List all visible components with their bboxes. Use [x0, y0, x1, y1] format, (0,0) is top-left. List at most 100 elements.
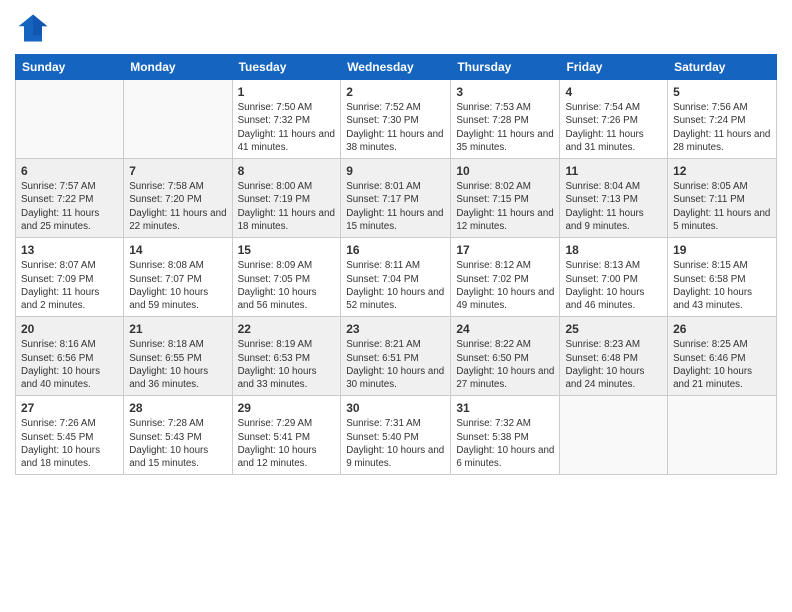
calendar-cell: 9Sunrise: 8:01 AM Sunset: 7:17 PM Daylig… — [341, 159, 451, 238]
day-info: Sunrise: 7:58 AM Sunset: 7:20 PM Dayligh… — [129, 180, 226, 233]
day-info: Sunrise: 7:29 AM Sunset: 5:41 PM Dayligh… — [238, 417, 336, 470]
day-number: 18 — [565, 242, 662, 258]
calendar-cell: 27Sunrise: 7:26 AM Sunset: 5:45 PM Dayli… — [16, 396, 124, 475]
calendar-cell: 31Sunrise: 7:32 AM Sunset: 5:38 PM Dayli… — [451, 396, 560, 475]
day-info: Sunrise: 7:28 AM Sunset: 5:43 PM Dayligh… — [129, 417, 226, 470]
day-number: 11 — [565, 163, 662, 179]
day-number: 10 — [456, 163, 554, 179]
calendar-cell — [124, 80, 232, 159]
calendar-cell: 29Sunrise: 7:29 AM Sunset: 5:41 PM Dayli… — [232, 396, 341, 475]
calendar-cell: 6Sunrise: 7:57 AM Sunset: 7:22 PM Daylig… — [16, 159, 124, 238]
calendar-cell: 8Sunrise: 8:00 AM Sunset: 7:19 PM Daylig… — [232, 159, 341, 238]
calendar-week-1: 1Sunrise: 7:50 AM Sunset: 7:32 PM Daylig… — [16, 80, 777, 159]
day-number: 30 — [346, 400, 445, 416]
page: SundayMondayTuesdayWednesdayThursdayFrid… — [0, 0, 792, 612]
logo — [15, 10, 55, 46]
calendar-cell: 14Sunrise: 8:08 AM Sunset: 7:07 PM Dayli… — [124, 238, 232, 317]
calendar-week-4: 20Sunrise: 8:16 AM Sunset: 6:56 PM Dayli… — [16, 317, 777, 396]
calendar-cell: 19Sunrise: 8:15 AM Sunset: 6:58 PM Dayli… — [668, 238, 777, 317]
calendar-cell: 20Sunrise: 8:16 AM Sunset: 6:56 PM Dayli… — [16, 317, 124, 396]
day-info: Sunrise: 8:02 AM Sunset: 7:15 PM Dayligh… — [456, 180, 554, 233]
day-info: Sunrise: 7:56 AM Sunset: 7:24 PM Dayligh… — [673, 101, 771, 154]
calendar-header-row: SundayMondayTuesdayWednesdayThursdayFrid… — [16, 55, 777, 80]
day-info: Sunrise: 7:26 AM Sunset: 5:45 PM Dayligh… — [21, 417, 118, 470]
calendar-cell: 11Sunrise: 8:04 AM Sunset: 7:13 PM Dayli… — [560, 159, 668, 238]
day-info: Sunrise: 7:52 AM Sunset: 7:30 PM Dayligh… — [346, 101, 445, 154]
day-info: Sunrise: 8:22 AM Sunset: 6:50 PM Dayligh… — [456, 338, 554, 391]
day-header-saturday: Saturday — [668, 55, 777, 80]
day-info: Sunrise: 8:19 AM Sunset: 6:53 PM Dayligh… — [238, 338, 336, 391]
day-number: 12 — [673, 163, 771, 179]
calendar-week-5: 27Sunrise: 7:26 AM Sunset: 5:45 PM Dayli… — [16, 396, 777, 475]
day-header-friday: Friday — [560, 55, 668, 80]
day-info: Sunrise: 8:16 AM Sunset: 6:56 PM Dayligh… — [21, 338, 118, 391]
calendar-cell: 12Sunrise: 8:05 AM Sunset: 7:11 PM Dayli… — [668, 159, 777, 238]
calendar-cell: 2Sunrise: 7:52 AM Sunset: 7:30 PM Daylig… — [341, 80, 451, 159]
calendar-cell: 4Sunrise: 7:54 AM Sunset: 7:26 PM Daylig… — [560, 80, 668, 159]
day-number: 2 — [346, 84, 445, 100]
calendar-week-2: 6Sunrise: 7:57 AM Sunset: 7:22 PM Daylig… — [16, 159, 777, 238]
day-number: 21 — [129, 321, 226, 337]
day-info: Sunrise: 8:25 AM Sunset: 6:46 PM Dayligh… — [673, 338, 771, 391]
calendar-cell: 3Sunrise: 7:53 AM Sunset: 7:28 PM Daylig… — [451, 80, 560, 159]
calendar-cell: 30Sunrise: 7:31 AM Sunset: 5:40 PM Dayli… — [341, 396, 451, 475]
day-number: 16 — [346, 242, 445, 258]
calendar-cell: 7Sunrise: 7:58 AM Sunset: 7:20 PM Daylig… — [124, 159, 232, 238]
calendar-table: SundayMondayTuesdayWednesdayThursdayFrid… — [15, 54, 777, 475]
day-number: 20 — [21, 321, 118, 337]
day-number: 23 — [346, 321, 445, 337]
calendar-cell — [560, 396, 668, 475]
day-info: Sunrise: 8:12 AM Sunset: 7:02 PM Dayligh… — [456, 259, 554, 312]
day-number: 22 — [238, 321, 336, 337]
day-info: Sunrise: 8:07 AM Sunset: 7:09 PM Dayligh… — [21, 259, 118, 312]
day-header-sunday: Sunday — [16, 55, 124, 80]
day-number: 1 — [238, 84, 336, 100]
calendar-cell: 21Sunrise: 8:18 AM Sunset: 6:55 PM Dayli… — [124, 317, 232, 396]
day-info: Sunrise: 7:50 AM Sunset: 7:32 PM Dayligh… — [238, 101, 336, 154]
day-info: Sunrise: 7:32 AM Sunset: 5:38 PM Dayligh… — [456, 417, 554, 470]
calendar-week-3: 13Sunrise: 8:07 AM Sunset: 7:09 PM Dayli… — [16, 238, 777, 317]
calendar-cell: 17Sunrise: 8:12 AM Sunset: 7:02 PM Dayli… — [451, 238, 560, 317]
calendar-cell: 18Sunrise: 8:13 AM Sunset: 7:00 PM Dayli… — [560, 238, 668, 317]
header — [15, 10, 777, 46]
day-number: 7 — [129, 163, 226, 179]
day-header-monday: Monday — [124, 55, 232, 80]
day-number: 19 — [673, 242, 771, 258]
day-number: 17 — [456, 242, 554, 258]
day-number: 29 — [238, 400, 336, 416]
day-info: Sunrise: 8:04 AM Sunset: 7:13 PM Dayligh… — [565, 180, 662, 233]
calendar-cell: 16Sunrise: 8:11 AM Sunset: 7:04 PM Dayli… — [341, 238, 451, 317]
day-info: Sunrise: 8:18 AM Sunset: 6:55 PM Dayligh… — [129, 338, 226, 391]
calendar-cell — [668, 396, 777, 475]
day-info: Sunrise: 7:57 AM Sunset: 7:22 PM Dayligh… — [21, 180, 118, 233]
day-number: 28 — [129, 400, 226, 416]
calendar-cell: 10Sunrise: 8:02 AM Sunset: 7:15 PM Dayli… — [451, 159, 560, 238]
calendar-cell: 15Sunrise: 8:09 AM Sunset: 7:05 PM Dayli… — [232, 238, 341, 317]
calendar-cell: 5Sunrise: 7:56 AM Sunset: 7:24 PM Daylig… — [668, 80, 777, 159]
day-info: Sunrise: 7:53 AM Sunset: 7:28 PM Dayligh… — [456, 101, 554, 154]
day-info: Sunrise: 7:31 AM Sunset: 5:40 PM Dayligh… — [346, 417, 445, 470]
day-info: Sunrise: 8:15 AM Sunset: 6:58 PM Dayligh… — [673, 259, 771, 312]
day-info: Sunrise: 7:54 AM Sunset: 7:26 PM Dayligh… — [565, 101, 662, 154]
day-header-thursday: Thursday — [451, 55, 560, 80]
day-info: Sunrise: 8:13 AM Sunset: 7:00 PM Dayligh… — [565, 259, 662, 312]
day-info: Sunrise: 8:09 AM Sunset: 7:05 PM Dayligh… — [238, 259, 336, 312]
day-info: Sunrise: 8:11 AM Sunset: 7:04 PM Dayligh… — [346, 259, 445, 312]
day-number: 6 — [21, 163, 118, 179]
day-header-tuesday: Tuesday — [232, 55, 341, 80]
logo-icon — [15, 10, 51, 46]
calendar-cell: 28Sunrise: 7:28 AM Sunset: 5:43 PM Dayli… — [124, 396, 232, 475]
day-number: 13 — [21, 242, 118, 258]
day-info: Sunrise: 8:08 AM Sunset: 7:07 PM Dayligh… — [129, 259, 226, 312]
day-number: 9 — [346, 163, 445, 179]
calendar-cell: 26Sunrise: 8:25 AM Sunset: 6:46 PM Dayli… — [668, 317, 777, 396]
calendar-cell — [16, 80, 124, 159]
day-number: 8 — [238, 163, 336, 179]
day-info: Sunrise: 8:21 AM Sunset: 6:51 PM Dayligh… — [346, 338, 445, 391]
day-number: 27 — [21, 400, 118, 416]
day-header-wednesday: Wednesday — [341, 55, 451, 80]
calendar-cell: 24Sunrise: 8:22 AM Sunset: 6:50 PM Dayli… — [451, 317, 560, 396]
day-number: 15 — [238, 242, 336, 258]
calendar-cell: 25Sunrise: 8:23 AM Sunset: 6:48 PM Dayli… — [560, 317, 668, 396]
day-number: 31 — [456, 400, 554, 416]
